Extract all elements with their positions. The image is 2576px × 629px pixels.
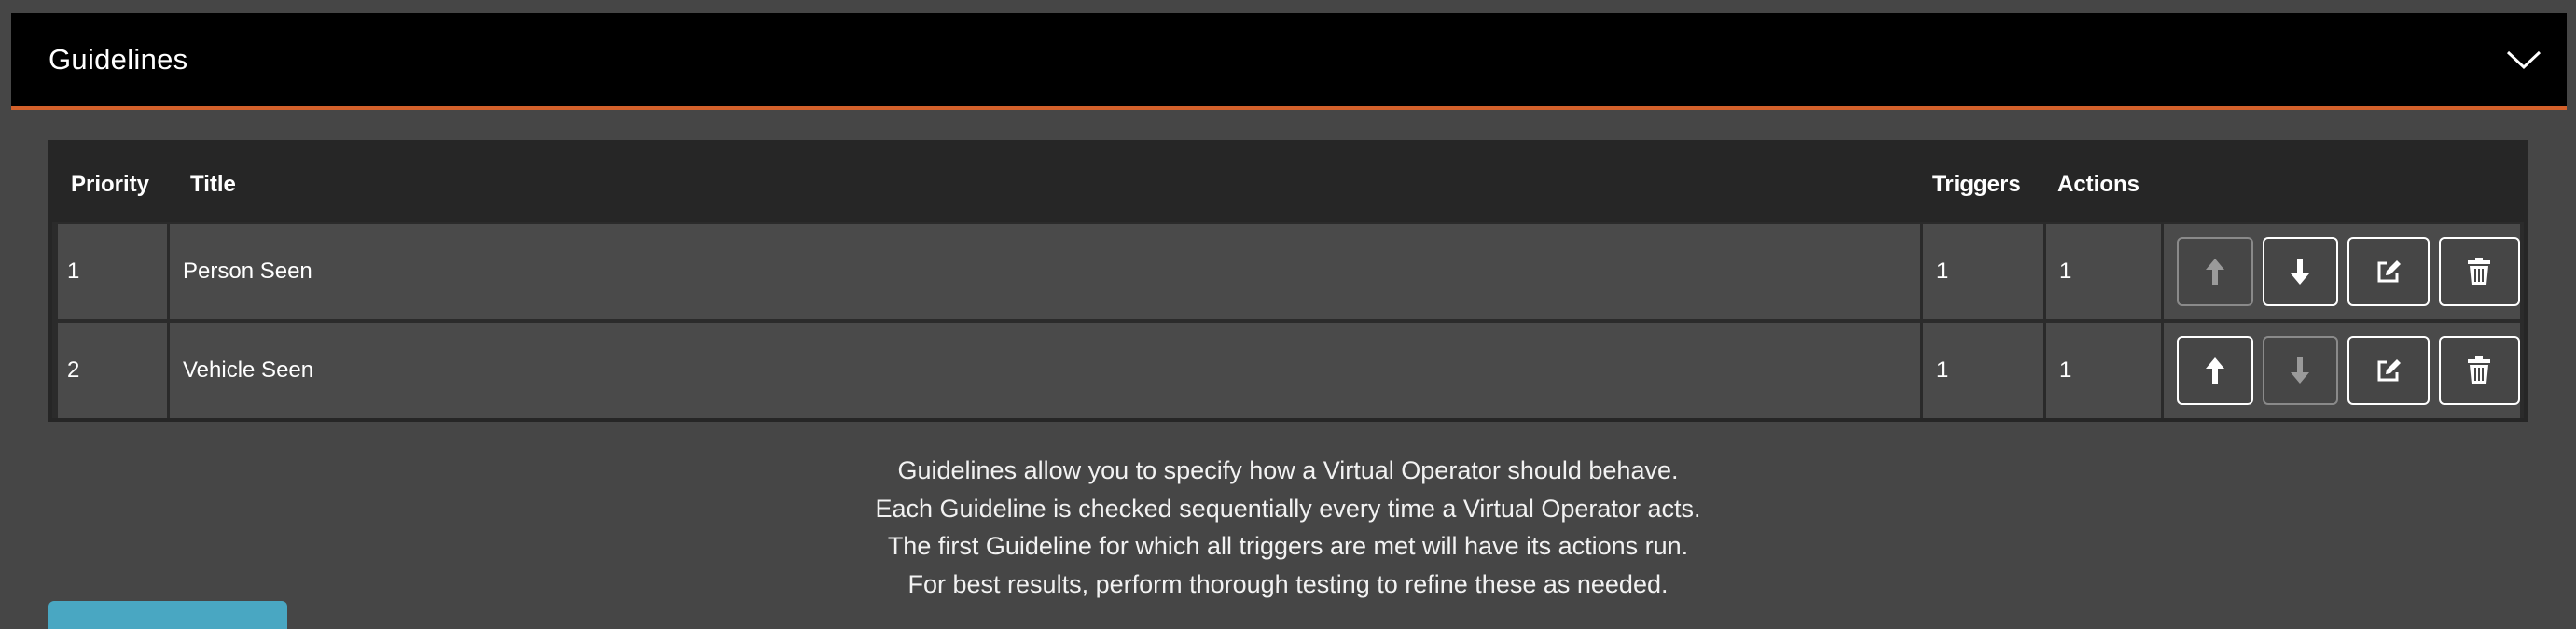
add-guideline-button[interactable]	[48, 601, 287, 629]
help-line: For best results, perform thorough testi…	[907, 569, 1669, 598]
row-priority: 1	[58, 224, 170, 319]
header-title: Title	[190, 172, 236, 197]
chevron-down-icon[interactable]	[2505, 41, 2542, 78]
row-buttons	[2164, 224, 2520, 319]
move-down-button[interactable]	[2262, 237, 2339, 306]
header-actions: Actions	[2057, 172, 2140, 197]
row-actions: 1	[2046, 224, 2164, 319]
arrow-down-icon	[2291, 357, 2310, 384]
row-title: Person Seen	[170, 224, 1923, 319]
row-priority: 2	[58, 323, 170, 418]
arrow-down-icon	[2291, 259, 2310, 285]
trash-icon	[2468, 258, 2491, 285]
row-buttons	[2164, 323, 2520, 418]
edit-button[interactable]	[2347, 237, 2430, 306]
panel-title: Guidelines	[48, 43, 188, 76]
table-row: 2 Vehicle Seen 1 1	[58, 323, 2520, 418]
help-line: Guidelines allow you to specify how a Vi…	[897, 456, 1679, 484]
move-up-button[interactable]	[2177, 336, 2253, 405]
row-triggers: 1	[1923, 224, 2046, 319]
edit-button[interactable]	[2347, 336, 2430, 405]
edit-icon	[2377, 359, 2401, 382]
trash-icon	[2468, 356, 2491, 384]
delete-button[interactable]	[2438, 336, 2520, 405]
table-row: 1 Person Seen 1 1	[58, 224, 2520, 319]
edit-icon	[2377, 260, 2401, 283]
guidelines-panel-header[interactable]: Guidelines	[11, 13, 2567, 110]
delete-button[interactable]	[2438, 237, 2520, 306]
row-actions: 1	[2046, 323, 2164, 418]
row-triggers: 1	[1923, 323, 2046, 418]
move-up-button[interactable]	[2177, 237, 2253, 306]
table-header: Priority Title Triggers Actions	[52, 144, 2524, 222]
help-line: The first Guideline for which all trigge…	[887, 532, 1689, 560]
arrow-up-icon	[2205, 259, 2224, 285]
move-down-button[interactable]	[2262, 336, 2339, 405]
help-text: Guidelines allow you to specify how a Vi…	[0, 452, 2576, 603]
header-priority: Priority	[71, 172, 150, 197]
guidelines-table: Priority Title Triggers Actions 1 Person…	[48, 140, 2528, 422]
row-title: Vehicle Seen	[170, 323, 1923, 418]
header-triggers: Triggers	[1932, 172, 2021, 197]
help-line: Each Guideline is checked sequentially e…	[875, 494, 1701, 523]
arrow-up-icon	[2205, 357, 2224, 384]
